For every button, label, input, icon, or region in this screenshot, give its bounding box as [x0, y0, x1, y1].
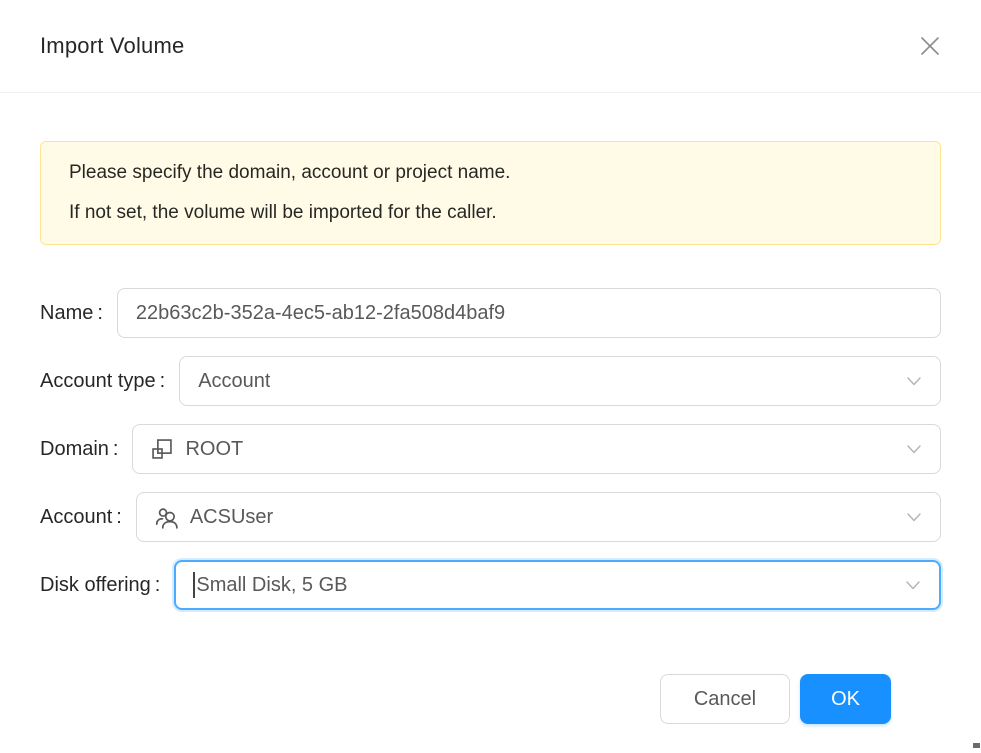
close-button[interactable] [910, 26, 950, 66]
disk-offering-select[interactable]: Small Disk, 5 GB [174, 560, 941, 610]
modal-footer: Cancel OK [40, 628, 941, 724]
account-type-value: Account [198, 370, 270, 393]
modal-body: Please specify the domain, account or pr… [0, 93, 981, 753]
warning-alert: Please specify the domain, account or pr… [40, 141, 941, 245]
team-icon [155, 506, 178, 529]
account-label: Account: [40, 506, 136, 529]
disk-offering-value: Small Disk, 5 GB [196, 574, 347, 597]
account-select[interactable]: ACSUser [136, 492, 941, 542]
form-row-account-type: Account type: Account [40, 356, 941, 406]
account-value: ACSUser [190, 506, 273, 529]
name-value: 22b63c2b-352a-4ec5-ab12-2fa508d4baf9 [136, 302, 505, 325]
form-row-disk-offering: Disk offering: Small Disk, 5 GB [40, 560, 941, 610]
account-type-label: Account type: [40, 370, 179, 393]
modal-title: Import Volume [40, 33, 184, 59]
ok-button[interactable]: OK [800, 674, 891, 724]
name-label: Name: [40, 302, 117, 325]
chevron-down-icon [904, 439, 924, 459]
account-type-select[interactable]: Account [179, 356, 941, 406]
form-row-account: Account: ACSUser [40, 492, 941, 542]
page-corner-artifact [973, 743, 980, 748]
chevron-down-icon [903, 575, 923, 595]
name-input[interactable]: 22b63c2b-352a-4ec5-ab12-2fa508d4baf9 [117, 288, 941, 338]
close-icon [918, 34, 942, 58]
domain-value: ROOT [185, 438, 243, 461]
chevron-down-icon [904, 507, 924, 527]
alert-message-line2: If not set, the volume will be imported … [69, 193, 912, 233]
chevron-down-icon [904, 371, 924, 391]
cancel-button[interactable]: Cancel [660, 674, 790, 724]
disk-offering-label: Disk offering: [40, 574, 174, 597]
form-row-name: Name: 22b63c2b-352a-4ec5-ab12-2fa508d4ba… [40, 288, 941, 338]
text-caret [193, 572, 195, 598]
modal-header: Import Volume [0, 0, 981, 93]
block-icon [151, 438, 173, 460]
domain-label: Domain: [40, 438, 132, 461]
domain-select[interactable]: ROOT [132, 424, 941, 474]
alert-message-line1: Please specify the domain, account or pr… [69, 153, 912, 193]
import-volume-modal: Import Volume Please specify the domain,… [0, 0, 981, 753]
form-row-domain: Domain: ROOT [40, 424, 941, 474]
